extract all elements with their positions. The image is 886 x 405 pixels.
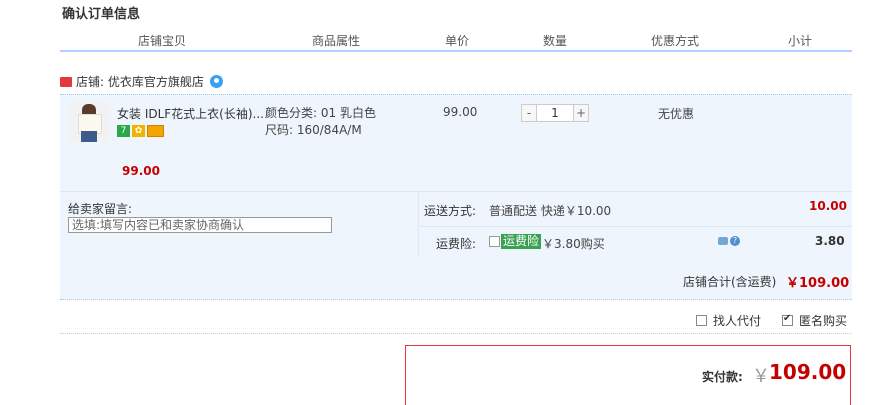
qty-minus-button[interactable]: - — [521, 104, 537, 122]
shipping-label: 运送方式: — [424, 204, 477, 218]
shipping-option[interactable]: 普通配送 快递￥10.00 — [489, 202, 611, 219]
shipping-price: 10.00 — [809, 199, 847, 213]
col-promo: 优惠方式 — [650, 34, 700, 48]
shop-name[interactable]: 店铺: 优衣库官方旗舰店 — [76, 73, 204, 90]
attr-size: 尺码: 160/84A/M — [265, 123, 362, 137]
insurance-checkbox[interactable] — [489, 236, 500, 247]
message-input[interactable]: 选填:填写内容已和卖家协商确认 — [68, 217, 332, 233]
chat-icon[interactable] — [718, 237, 728, 245]
payment-currency: ￥ — [752, 366, 770, 387]
col-quantity: 数量 — [542, 34, 568, 48]
insurance-amount: 3.80 — [815, 234, 845, 248]
column-divider — [410, 32, 411, 48]
credit-card-icon[interactable] — [147, 125, 164, 137]
insurance-tag[interactable]: 运费险 — [501, 234, 542, 249]
payment-amount: 109.00 — [769, 360, 847, 384]
unit-price: 99.00 — [443, 105, 478, 119]
qty-input[interactable]: 1 — [537, 104, 573, 122]
anonymous-label[interactable]: 匿名购买 — [799, 312, 847, 329]
product-attributes: 颜色分类: 01 乳白色 尺码: 160/84A/M — [265, 105, 376, 139]
seven-day-return-icon[interactable]: 7 — [117, 125, 130, 137]
attr-color: 颜色分类: 01 乳白色 — [265, 106, 376, 120]
proxy-pay-label[interactable]: 找人代付 — [713, 312, 761, 329]
shop-icon — [60, 76, 72, 87]
col-unit-price: 单价 — [444, 34, 470, 48]
shop-line: 店铺: 优衣库官方旗舰店 — [60, 73, 223, 90]
col-attributes: 商品属性 — [311, 34, 361, 48]
help-icon[interactable]: ? — [730, 236, 740, 246]
qty-plus-button[interactable]: + — [573, 104, 589, 122]
page-title: 确认订单信息 — [62, 7, 141, 22]
col-subtotal: 小计 — [787, 34, 813, 48]
wangwang-icon[interactable] — [209, 75, 223, 88]
row-divider — [419, 226, 852, 227]
table-header: 店铺宝贝 商品属性 单价 数量 优惠方式 小计 — [60, 28, 852, 52]
message-label: 给卖家留言: — [68, 202, 133, 216]
insurance-label: 运费险: — [436, 237, 477, 251]
col-shop-item: 店铺宝贝 — [137, 34, 187, 48]
star-badge-icon[interactable]: ✿ — [132, 125, 145, 137]
insurance-price: ￥3.80购买 — [542, 237, 605, 251]
service-badges: 7 ✿ — [117, 125, 164, 137]
proxy-pay-option[interactable]: 找人代付 — [696, 312, 761, 329]
shop-total-value: ￥109.00 — [786, 276, 850, 291]
item-subtotal: 99.00 — [122, 164, 160, 178]
thumbnail-jeans — [81, 131, 97, 142]
anonymous-option[interactable]: 匿名购买 — [782, 312, 847, 329]
proxy-pay-checkbox[interactable] — [696, 315, 707, 326]
column-divider — [506, 32, 507, 48]
promo-value: 无优惠 — [658, 107, 695, 121]
quantity-stepper: - 1 + — [521, 104, 589, 122]
product-thumbnail[interactable] — [69, 102, 109, 142]
column-divider — [603, 32, 604, 48]
product-name[interactable]: 女装 IDLF花式上衣(长袖)... — [117, 105, 264, 122]
payment-label: 实付款: — [702, 370, 743, 384]
panel-divider — [418, 192, 419, 258]
anonymous-checkbox[interactable] — [782, 313, 793, 326]
shop-total-label: 店铺合计(含运费) — [683, 275, 777, 289]
